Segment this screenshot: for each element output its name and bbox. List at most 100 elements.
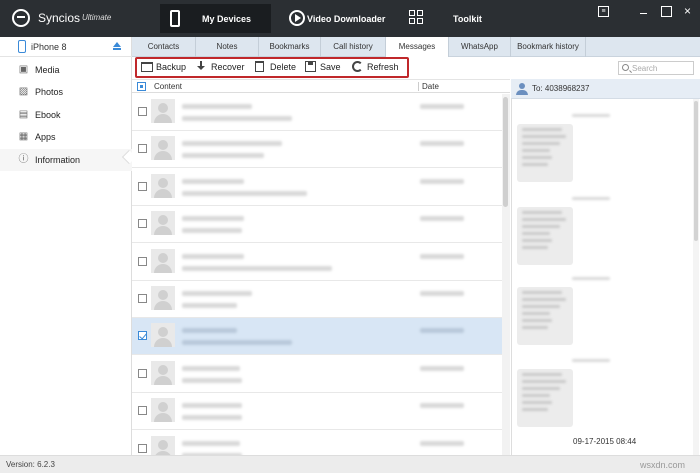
conversation-scrollbar-thumb[interactable]	[694, 101, 698, 241]
message-bubble[interactable]	[517, 207, 573, 265]
sidebar-item-ebook[interactable]: ▤ Ebook	[0, 104, 132, 126]
device-phone-icon	[18, 40, 26, 53]
table-row[interactable]	[132, 431, 502, 455]
avatar-icon	[151, 99, 175, 123]
table-row[interactable]	[132, 206, 502, 244]
table-row[interactable]	[132, 94, 502, 131]
search-icon	[622, 64, 629, 71]
column-date[interactable]: Date	[418, 82, 439, 91]
recover-button[interactable]: Recover	[196, 61, 246, 75]
avatar-icon	[151, 286, 175, 310]
blurred-message-date	[572, 277, 610, 280]
tab-toolkit[interactable]: Toolkit	[406, 4, 506, 33]
sidebar-item-media[interactable]: ▣ Media	[0, 59, 132, 81]
conversation-recipient: To: 4038968237	[532, 84, 590, 93]
search-placeholder: Search	[632, 64, 658, 73]
conversation-header: To: 4038968237	[511, 79, 700, 99]
sidebar-item-information[interactable]: ⓘ Information	[0, 149, 132, 171]
refresh-icon	[352, 61, 363, 72]
blurred-message-line	[522, 149, 550, 152]
grid-icon	[409, 10, 425, 26]
row-checkbox[interactable]	[138, 219, 147, 229]
apps-icon: ▦	[18, 131, 29, 142]
sidebar-item-photos[interactable]: ▨ Photos	[0, 81, 132, 103]
play-icon	[289, 10, 305, 26]
user-icon	[516, 83, 528, 95]
app-name: Syncios	[38, 11, 81, 25]
maximize-icon[interactable]	[661, 6, 672, 17]
tab-messages[interactable]: Messages	[386, 37, 449, 57]
close-icon[interactable]: ×	[682, 5, 693, 17]
message-bubble[interactable]	[517, 124, 573, 182]
sidebar-item-apps[interactable]: ▦ Apps	[0, 126, 132, 148]
blurred-message-line	[522, 305, 560, 308]
row-checkbox[interactable]	[138, 144, 147, 154]
blurred-preview	[182, 153, 264, 159]
blurred-contact	[182, 216, 244, 222]
select-all-checkbox[interactable]	[137, 82, 146, 91]
tab-video-downloader[interactable]: Video Downloader	[285, 4, 395, 33]
tab-contacts[interactable]: Contacts	[132, 37, 196, 57]
row-checkbox[interactable]	[138, 406, 147, 416]
tab-my-devices[interactable]: My Devices	[160, 4, 271, 33]
sidebar-item-label: Media	[35, 65, 60, 75]
table-row[interactable]	[132, 356, 502, 393]
blurred-message-line	[522, 387, 560, 390]
menu-icon[interactable]: ≡	[598, 6, 609, 17]
blurred-message-line	[522, 135, 566, 138]
row-checkbox[interactable]	[138, 181, 147, 191]
blurred-contact	[182, 178, 244, 184]
minimize-icon[interactable]	[638, 6, 649, 17]
blurred-message-line	[522, 211, 562, 214]
blurred-contact	[182, 104, 252, 109]
tab-bookmark-history[interactable]: Bookmark history	[511, 37, 586, 57]
row-checkbox[interactable]	[138, 107, 147, 116]
blurred-contact	[182, 403, 242, 409]
blurred-contact	[182, 141, 282, 147]
table-row[interactable]	[132, 131, 502, 169]
blurred-date	[420, 253, 464, 259]
blurred-message-line	[522, 163, 548, 166]
phone-icon	[170, 10, 180, 27]
backup-button[interactable]: Backup	[141, 61, 187, 75]
message-bubble[interactable]	[517, 287, 573, 345]
row-checkbox[interactable]	[138, 368, 147, 378]
row-checkbox[interactable]	[138, 294, 147, 303]
avatar-icon	[151, 360, 175, 385]
save-icon	[305, 61, 316, 72]
recover-label: Recover	[211, 62, 245, 72]
table-row[interactable]	[132, 281, 502, 318]
list-header: Content Date	[132, 79, 510, 93]
delete-button[interactable]: Delete	[255, 61, 297, 75]
blurred-preview	[182, 340, 292, 346]
message-bubble[interactable]	[517, 369, 573, 427]
blurred-date	[420, 104, 464, 109]
table-row[interactable]	[132, 393, 502, 431]
table-row[interactable]	[132, 169, 502, 206]
column-content[interactable]: Content	[154, 82, 182, 91]
blurred-preview	[182, 303, 237, 308]
search-input[interactable]: Search	[618, 61, 694, 75]
blurred-date	[420, 365, 464, 371]
row-checkbox[interactable]	[138, 331, 147, 341]
blurred-message-line	[522, 291, 562, 294]
blurred-date	[420, 328, 464, 334]
eject-icon[interactable]	[113, 42, 121, 51]
tab-call-history[interactable]: Call history	[321, 37, 386, 57]
device-selector[interactable]: iPhone 8	[0, 37, 132, 57]
list-scrollbar-thumb[interactable]	[503, 97, 508, 207]
row-checkbox[interactable]	[138, 256, 147, 266]
tab-notes[interactable]: Notes	[196, 37, 259, 57]
table-row[interactable]	[132, 318, 502, 356]
blurred-contact	[182, 328, 237, 334]
table-row[interactable]	[132, 244, 502, 281]
tab-bookmarks[interactable]: Bookmarks	[259, 37, 321, 57]
tab-whatsapp[interactable]: WhatsApp	[449, 37, 511, 57]
blurred-contact	[182, 365, 240, 371]
refresh-button[interactable]: Refresh	[352, 61, 400, 75]
save-button[interactable]: Save	[305, 61, 343, 75]
blurred-message-line	[522, 239, 552, 242]
message-list	[132, 94, 502, 455]
download-icon	[196, 61, 208, 73]
row-checkbox[interactable]	[138, 443, 147, 453]
